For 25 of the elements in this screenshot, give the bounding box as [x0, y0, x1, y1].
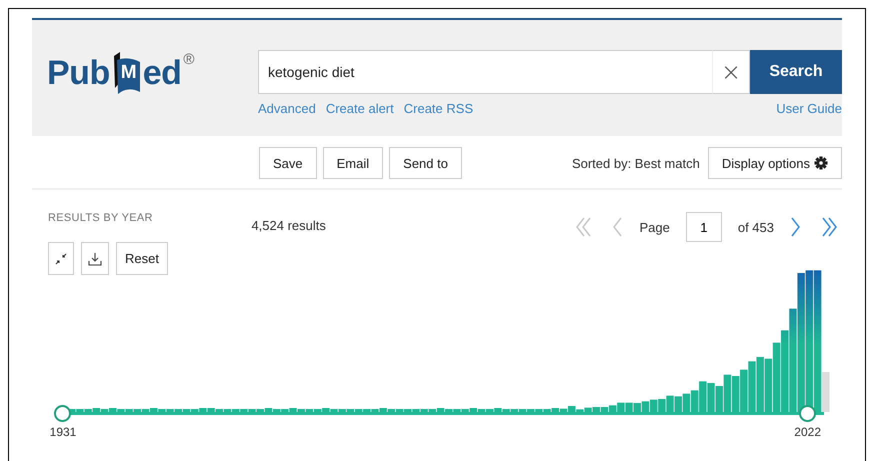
year-label: 2022 [794, 425, 821, 439]
toolbar-button[interactable]: Send to [389, 147, 462, 179]
download-icon [88, 252, 102, 266]
page-total: of 453 [738, 220, 774, 234]
toolbar-button[interactable]: Email [322, 147, 384, 179]
search-button[interactable]: Search [750, 50, 842, 94]
results-count: 4,524 results [251, 217, 327, 235]
histogram-bar [822, 372, 830, 412]
range-slider[interactable] [54, 405, 827, 422]
display-options-button[interactable]: Display options [708, 147, 842, 179]
year-label: 1931 [50, 425, 76, 439]
collapse-icon [55, 252, 67, 264]
page-field[interactable]: 1 [686, 212, 722, 242]
slider-handle[interactable] [54, 405, 71, 422]
toolbar-button[interactable]: Save [259, 147, 317, 179]
last-page-icon[interactable] [820, 216, 838, 238]
slider-handle[interactable] [798, 405, 816, 422]
page-label: Page [639, 220, 670, 234]
reset-button[interactable]: Reset [116, 242, 168, 275]
clear-button[interactable]: × [712, 50, 750, 94]
section-heading: RESULTS BY YEAR [48, 212, 154, 224]
download-button[interactable] [81, 242, 109, 275]
sort-label: Sorted by: Best match [572, 156, 700, 170]
gear-icon [814, 156, 828, 170]
search-field[interactable]: ketogenic diet [258, 50, 712, 94]
